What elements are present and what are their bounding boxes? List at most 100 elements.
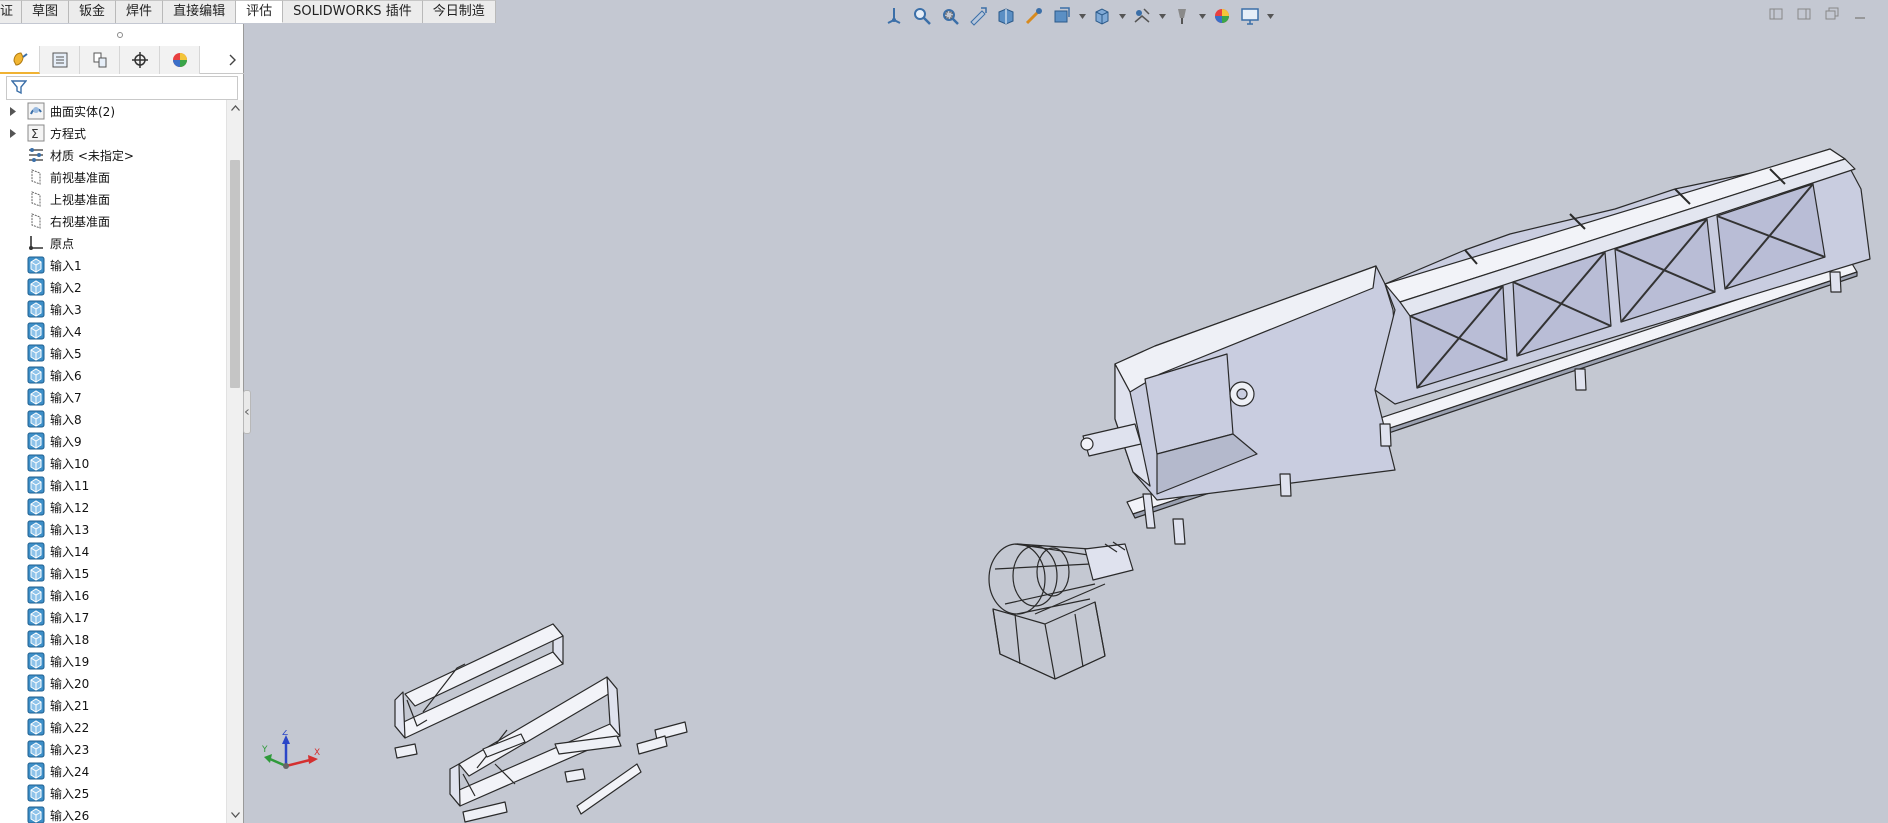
tree-item-label: 输入5 xyxy=(50,346,82,361)
tree-item[interactable]: 输入3 xyxy=(0,298,226,320)
tree-item[interactable]: 输入13 xyxy=(0,518,226,540)
filter-icon[interactable] xyxy=(10,79,28,98)
tab-2[interactable]: 钣金 xyxy=(69,0,117,23)
tree-item[interactable]: 输入6 xyxy=(0,364,226,386)
tree-item[interactable]: 输入16 xyxy=(0,584,226,606)
tree-item[interactable]: 原点 xyxy=(0,232,226,254)
scroll-down-icon[interactable] xyxy=(227,807,243,823)
tree-scrollbar[interactable] xyxy=(226,100,243,823)
minimize-icon[interactable] xyxy=(1852,6,1868,22)
tab-4[interactable]: 直接编辑 xyxy=(163,0,237,23)
tree-item[interactable]: 输入17 xyxy=(0,606,226,628)
scroll-up-icon[interactable] xyxy=(227,100,243,116)
machine-body[interactable] xyxy=(1080,148,1871,545)
graphics-area[interactable]: Z X Y xyxy=(245,24,1888,823)
tree-item[interactable]: 输入21 xyxy=(0,694,226,716)
tree-item[interactable]: 输入26 xyxy=(0,804,226,823)
tree-item[interactable]: Σ 方程式 xyxy=(0,122,226,144)
tree-item[interactable]: 输入5 xyxy=(0,342,226,364)
tree-item-label: 输入26 xyxy=(50,808,90,823)
imported-body-icon xyxy=(27,366,45,384)
imported-body-icon xyxy=(27,806,45,823)
svg-text:Σ: Σ xyxy=(31,127,39,141)
tab-7[interactable]: 今日制造 xyxy=(422,0,496,23)
tree-item[interactable]: 曲面实体(2) xyxy=(0,100,226,122)
imported-body-icon xyxy=(27,762,45,780)
dimxpert-manager-tab-icon[interactable] xyxy=(120,46,160,74)
imported-body-icon xyxy=(27,322,45,340)
tree-item[interactable]: 输入1 xyxy=(0,254,226,276)
imported-body-icon xyxy=(27,608,45,626)
tree-item[interactable]: 输入11 xyxy=(0,474,226,496)
imported-body-icon xyxy=(27,432,45,450)
tree-item[interactable]: 输入12 xyxy=(0,496,226,518)
tree-item[interactable]: 输入2 xyxy=(0,276,226,298)
support-frame-1[interactable] xyxy=(394,623,564,759)
imported-body-icon xyxy=(27,498,45,516)
chevron-right-icon[interactable] xyxy=(222,46,244,73)
tree-item-label: 右视基准面 xyxy=(50,214,111,229)
tree-item-label: 输入6 xyxy=(50,368,82,383)
tile-right-icon[interactable] xyxy=(1796,6,1812,22)
tree-item-label: 输入4 xyxy=(50,324,82,339)
tree-item-label: 输入7 xyxy=(50,390,82,405)
expand-arrow-icon[interactable] xyxy=(9,128,17,138)
model-view[interactable] xyxy=(245,24,1888,823)
material-icon xyxy=(27,146,45,164)
tile-left-icon[interactable] xyxy=(1768,6,1784,22)
tab-6[interactable]: SOLIDWORKS 插件 xyxy=(283,0,423,23)
plane-icon xyxy=(27,190,45,208)
tree-item-label: 输入8 xyxy=(50,412,82,427)
restore-icon[interactable] xyxy=(1824,6,1840,22)
tree-item[interactable]: 输入24 xyxy=(0,760,226,782)
tree-item[interactable]: 输入14 xyxy=(0,540,226,562)
imported-body-icon xyxy=(27,652,45,670)
tree-item[interactable]: 输入9 xyxy=(0,430,226,452)
tree-item[interactable]: 材质 <未指定> xyxy=(0,144,226,166)
tree-item[interactable]: 输入23 xyxy=(0,738,226,760)
tab-0[interactable]: 证 xyxy=(0,0,23,23)
feature-manager-tab-icon[interactable] xyxy=(0,46,40,74)
tree-item-label: 输入18 xyxy=(50,632,90,647)
imported-body-icon xyxy=(27,344,45,362)
tab-5[interactable]: 评估 xyxy=(236,0,284,23)
tree-item-label: 前视基准面 xyxy=(50,170,111,185)
tree-item[interactable]: 输入20 xyxy=(0,672,226,694)
tree-item[interactable]: 右视基准面 xyxy=(0,210,226,232)
tree-item[interactable]: 前视基准面 xyxy=(0,166,226,188)
expand-arrow-icon[interactable] xyxy=(9,106,17,116)
tree-item[interactable]: 输入22 xyxy=(0,716,226,738)
tree-item[interactable]: 输入19 xyxy=(0,650,226,672)
tree-item-label: 材质 <未指定> xyxy=(50,148,134,163)
tree-item[interactable]: 输入7 xyxy=(0,386,226,408)
imported-body-icon xyxy=(27,718,45,736)
tree-item[interactable]: 输入18 xyxy=(0,628,226,650)
configuration-manager-tab-icon[interactable] xyxy=(80,46,120,74)
tree-item-label: 输入9 xyxy=(50,434,82,449)
feature-manager-panel: 曲面实体(2) Σ 方程式 材质 <未指定> 前视基准面 上视基准面 右视基准面 原点 输入1 输… xyxy=(0,24,244,823)
panel-grip[interactable] xyxy=(117,32,123,38)
tree-item[interactable]: 输入8 xyxy=(0,408,226,430)
imported-body-icon xyxy=(27,696,45,714)
scroll-thumb[interactable] xyxy=(230,160,240,388)
tree-item[interactable]: 上视基准面 xyxy=(0,188,226,210)
imported-body-icon xyxy=(27,388,45,406)
tree-item[interactable]: 输入10 xyxy=(0,452,226,474)
display-manager-tab-icon[interactable] xyxy=(160,46,200,74)
tree-item[interactable]: 输入25 xyxy=(0,782,226,804)
equations-icon: Σ xyxy=(27,124,45,142)
cone-cage[interactable] xyxy=(988,541,1134,680)
tree-item-label: 输入24 xyxy=(50,764,90,779)
tree-item-label: 输入20 xyxy=(50,676,90,691)
tab-3[interactable]: 焊件 xyxy=(116,0,164,23)
tree-item-label: 输入16 xyxy=(50,588,90,603)
tree-item-label: 输入10 xyxy=(50,456,90,471)
plane-icon xyxy=(27,168,45,186)
reference-triad: Z X Y xyxy=(262,730,320,769)
tree-item[interactable]: 输入4 xyxy=(0,320,226,342)
tree-item[interactable]: 输入15 xyxy=(0,562,226,584)
tab-1[interactable]: 草图 xyxy=(22,0,70,23)
tree-filter[interactable] xyxy=(6,76,238,100)
triad-z-label: Z xyxy=(282,730,288,738)
property-manager-tab-icon[interactable] xyxy=(40,46,80,74)
